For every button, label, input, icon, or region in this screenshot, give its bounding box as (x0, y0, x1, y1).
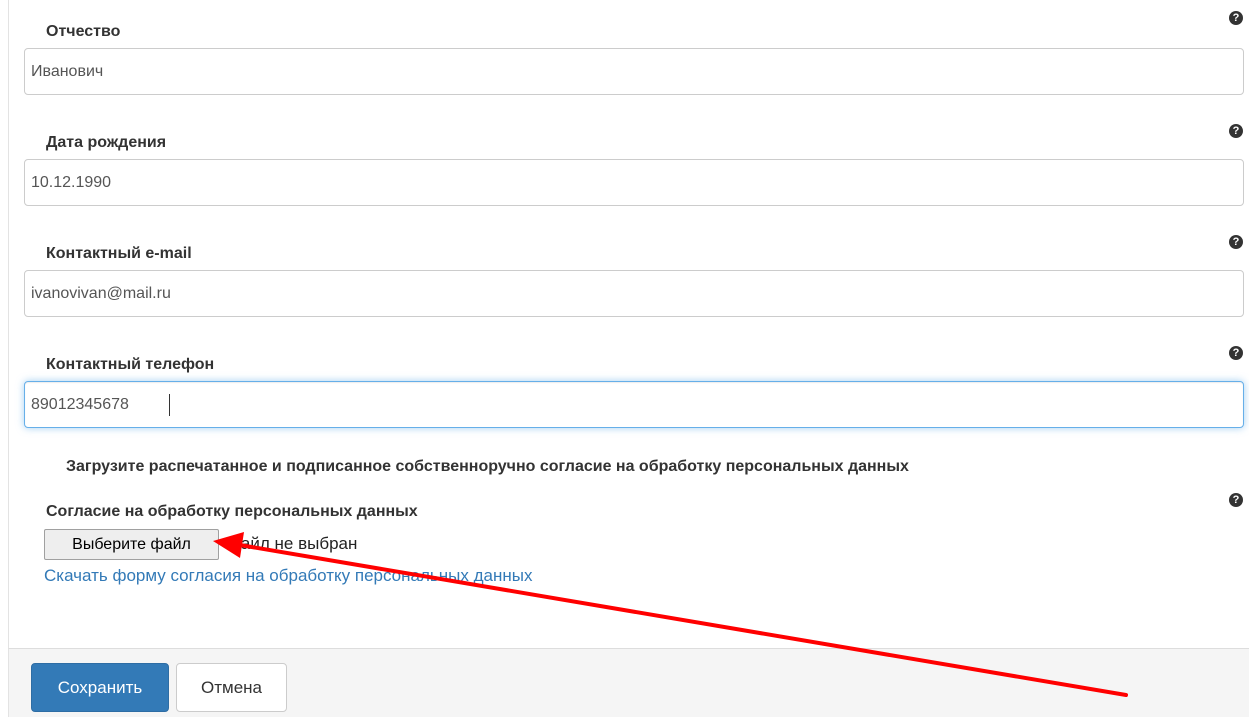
question-circle-icon[interactable]: ? (1229, 346, 1243, 360)
question-circle-icon[interactable]: ? (1229, 11, 1243, 25)
email-input[interactable] (24, 270, 1244, 317)
birth-date-label: Дата рождения (46, 134, 167, 151)
question-circle-icon[interactable]: ? (1229, 124, 1243, 138)
patronymic-label: Отчество (46, 23, 121, 40)
cancel-button[interactable]: Отмена (176, 663, 287, 712)
phone-label: Контактный телефон (46, 356, 215, 373)
question-circle-icon[interactable]: ? (1229, 235, 1243, 249)
phone-input[interactable] (24, 381, 1244, 428)
patronymic-input[interactable] (24, 48, 1244, 95)
download-consent-form-link[interactable]: Скачать форму согласия на обработку перс… (44, 566, 532, 586)
birth-date-input[interactable] (24, 159, 1244, 206)
save-button[interactable]: Сохранить (31, 663, 169, 712)
text-caret (169, 394, 170, 416)
file-status-text: Файл не выбран (228, 534, 358, 553)
choose-file-button[interactable]: Выберите файл (44, 529, 219, 560)
question-circle-icon[interactable]: ? (1229, 493, 1243, 507)
consent-label: Согласие на обработку персональных данны… (46, 503, 418, 520)
email-label: Контактный e-mail (46, 245, 192, 262)
consent-notice: Загрузите распечатанное и подписанное со… (66, 458, 909, 475)
